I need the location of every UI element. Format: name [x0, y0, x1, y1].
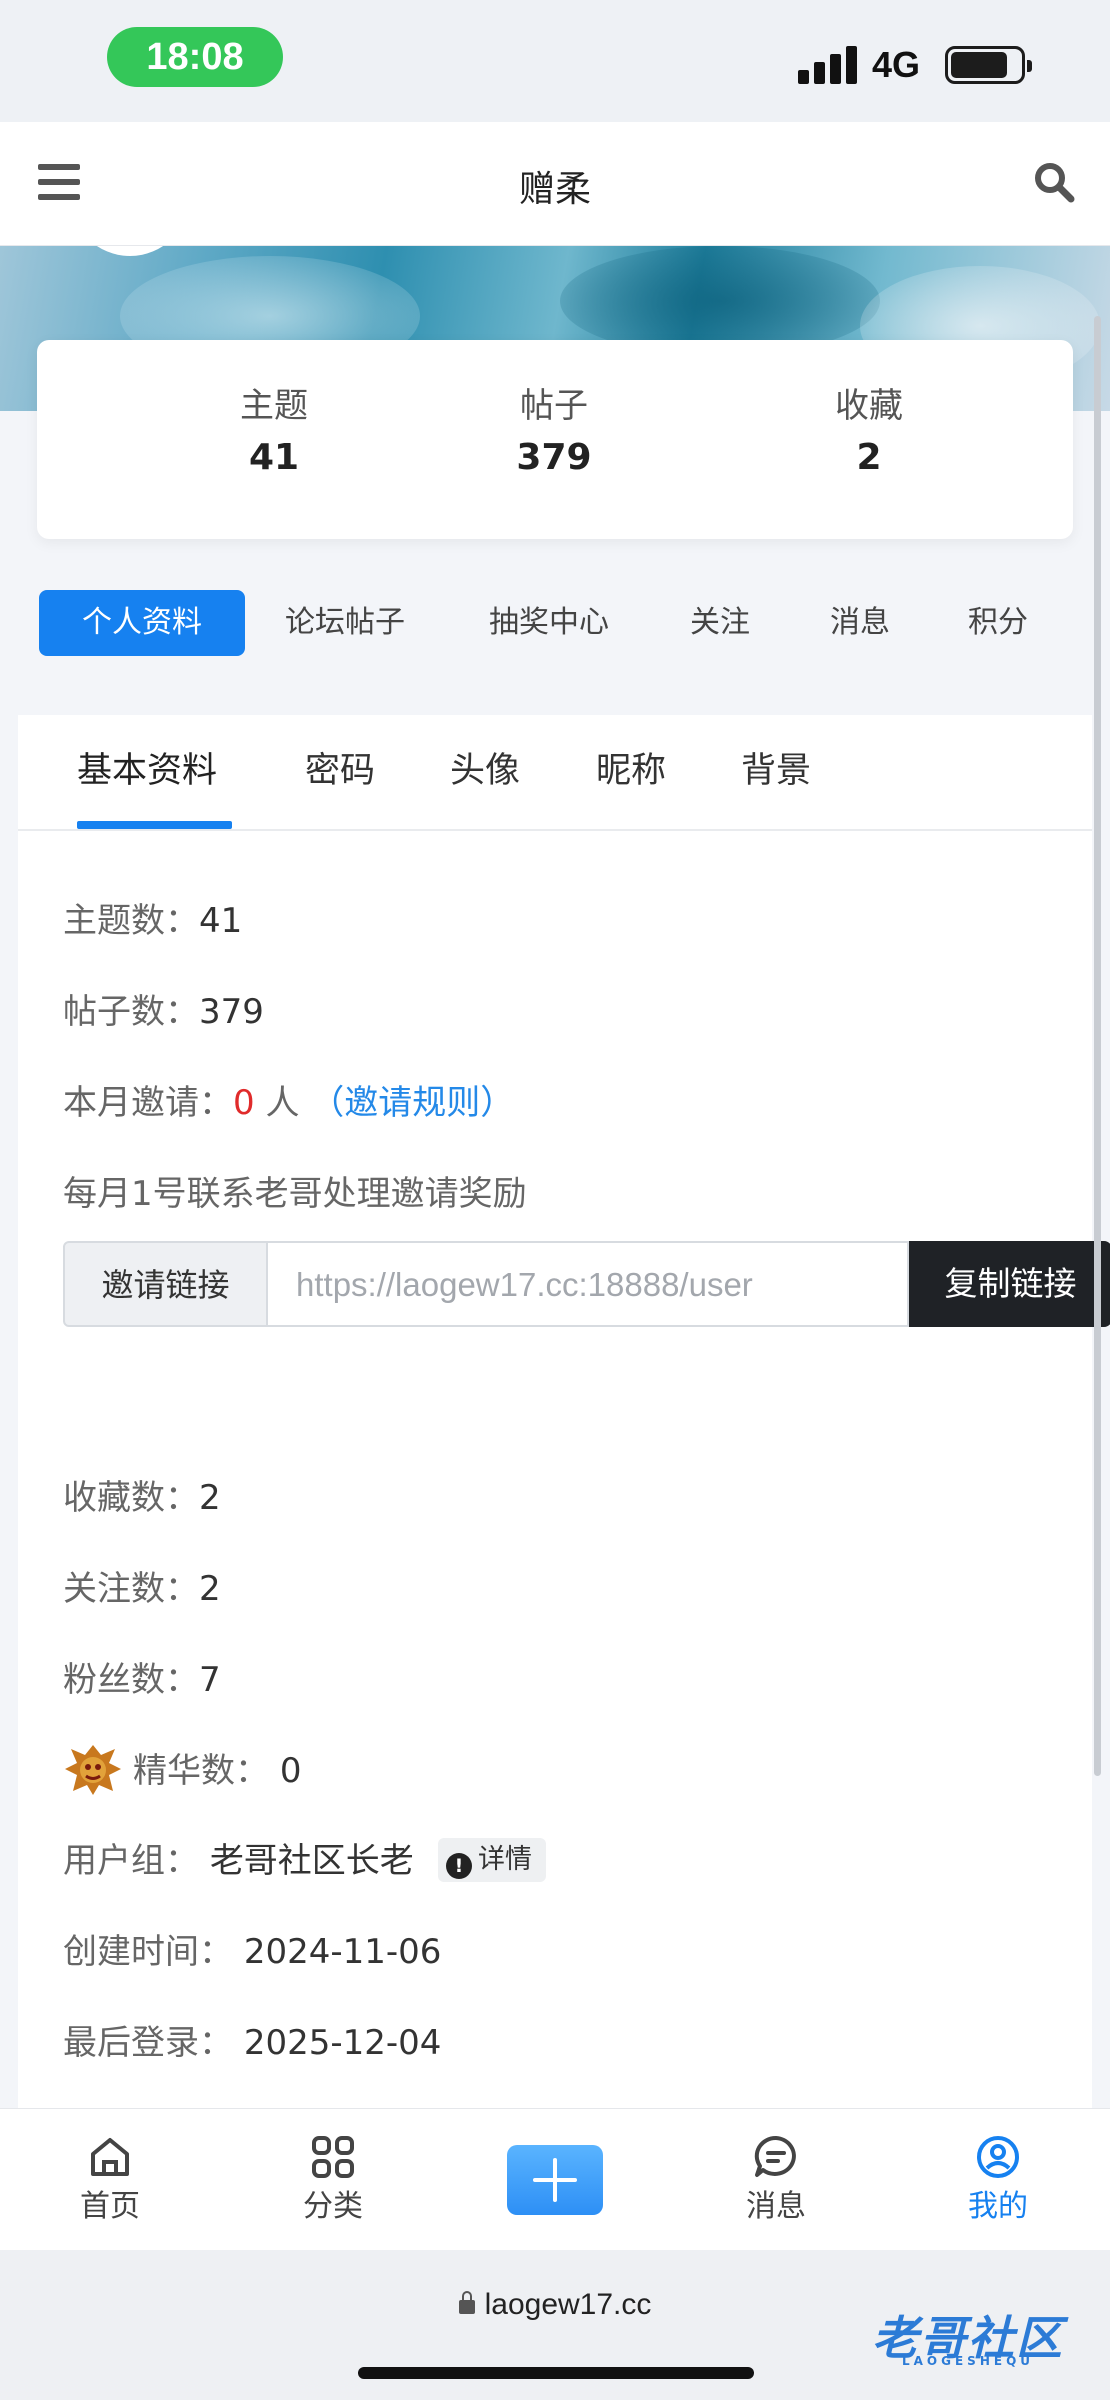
status-bar: 18:08 4G: [0, 0, 1110, 122]
site-watermark-logo: 老哥社区 LAOGESHEQU: [872, 2302, 1064, 2368]
info-created: 创建时间： 2024-11-06: [63, 1930, 441, 1974]
invite-unit: 人: [265, 1083, 300, 1123]
group-detail-button[interactable]: ! 详情: [438, 1838, 546, 1882]
tab-follow[interactable]: 关注: [680, 590, 760, 656]
stat-value: 41: [248, 437, 300, 478]
stats-card: 主题 41 帖子 379 收藏 2: [37, 340, 1073, 539]
signal-icon: [798, 44, 860, 84]
plus-icon[interactable]: [507, 2145, 603, 2215]
dragon-badge-icon: [63, 1741, 123, 1797]
search-icon[interactable]: [1032, 160, 1076, 204]
info-label: 最后登录：: [63, 2023, 233, 2063]
subtab-basic-info[interactable]: 基本资料: [77, 749, 217, 793]
subtab-background[interactable]: 背景: [741, 749, 811, 793]
grid-icon: [273, 2129, 393, 2185]
stat-topics[interactable]: 主题 41: [174, 386, 374, 478]
info-label: 主题数：: [63, 901, 199, 941]
info-essence: 精华数： 0: [133, 1749, 301, 1793]
tab-profile[interactable]: 个人资料: [39, 590, 245, 656]
info-value: 老哥社区长老: [209, 1841, 414, 1881]
bottom-nav-label: 我的: [968, 2189, 1028, 2224]
info-label: 本月邀请：: [63, 1083, 233, 1123]
stat-favorites[interactable]: 收藏 2: [769, 386, 969, 478]
info-last-login: 最后登录： 2025-12-04: [63, 2021, 441, 2065]
stat-label: 帖子: [520, 386, 588, 426]
chat-icon: [716, 2129, 836, 2185]
info-value: 0: [279, 1751, 302, 1791]
home-indicator[interactable]: [358, 2367, 754, 2379]
bottom-nav-messages[interactable]: 消息: [716, 2129, 836, 2227]
info-icon: !: [446, 1853, 472, 1879]
info-label: 关注数：: [63, 1569, 199, 1609]
active-tab-indicator: [77, 821, 232, 829]
info-label: 收藏数：: [63, 1478, 199, 1518]
stat-label: 主题: [240, 386, 308, 426]
url-text: laogew17.cc: [484, 2288, 652, 2321]
tab-points[interactable]: 积分: [958, 590, 1038, 656]
info-posts: 帖子数：379: [63, 990, 264, 1034]
network-type: 4G: [872, 44, 921, 85]
user-icon: [938, 2129, 1058, 2185]
bottom-nav-label: 首页: [80, 2189, 140, 2224]
bottom-nav-mine[interactable]: 我的: [938, 2129, 1058, 2227]
invite-link-field[interactable]: https://laogew17.cc:18888/user: [266, 1241, 909, 1327]
info-value: 379: [199, 992, 264, 1032]
info-label: 用户组：: [63, 1841, 199, 1881]
info-favorites: 收藏数：2: [63, 1476, 221, 1520]
invite-link-label: 邀请链接: [63, 1241, 268, 1327]
tab-forum-posts[interactable]: 论坛帖子: [272, 590, 418, 656]
sub-tabs: 基本资料 密码 头像 昵称 背景: [18, 715, 1092, 831]
copy-link-button[interactable]: 复制链接: [909, 1241, 1110, 1327]
detail-label: 详情: [478, 1844, 532, 1875]
info-following: 关注数：2: [63, 1567, 221, 1611]
subtab-password[interactable]: 密码: [305, 749, 375, 793]
home-icon: [50, 2129, 170, 2185]
subtab-nickname[interactable]: 昵称: [596, 749, 666, 793]
scrollbar[interactable]: [1094, 316, 1101, 1776]
invite-rules-link[interactable]: （邀请规则）: [310, 1083, 514, 1123]
info-invites: 本月邀请：0 人 （邀请规则）: [63, 1081, 514, 1125]
info-topics: 主题数：41: [63, 899, 242, 943]
lock-icon: [458, 2291, 475, 2314]
invite-link-group: 邀请链接 https://laogew17.cc:18888/user 复制链接: [63, 1241, 1110, 1327]
info-label: 精华数：: [133, 1751, 269, 1791]
info-value: 7: [199, 1660, 221, 1700]
info-label: 帖子数：: [63, 992, 199, 1032]
watermark-subtext: LAOGESHEQU: [902, 2354, 1035, 2368]
info-fans: 粉丝数：7: [63, 1658, 221, 1702]
info-label: 粉丝数：: [63, 1660, 199, 1700]
bottom-nav-home[interactable]: 首页: [50, 2129, 170, 2227]
bottom-nav-label: 分类: [303, 2189, 363, 2224]
invite-count: 0: [233, 1083, 255, 1123]
info-value: 2: [199, 1478, 221, 1518]
info-value: 2: [199, 1569, 221, 1609]
bottom-nav-label: 消息: [746, 2189, 806, 2224]
stat-value: 2: [856, 437, 882, 478]
info-value: 41: [199, 901, 243, 941]
stat-posts[interactable]: 帖子 379: [454, 386, 654, 478]
info-label: 创建时间：: [63, 1932, 233, 1972]
invite-note: 每月1号联系老哥处理邀请奖励: [63, 1174, 527, 1214]
tab-lottery[interactable]: 抽奖中心: [476, 590, 622, 656]
profile-tabs: 个人资料 论坛帖子 抽奖中心 关注 消息 积分: [0, 590, 1110, 662]
info-value: 2025-12-04: [243, 2023, 442, 2063]
subtab-avatar[interactable]: 头像: [450, 749, 520, 793]
info-user-group: 用户组： 老哥社区长老: [63, 1839, 414, 1883]
battery-icon: [945, 46, 1032, 84]
bottom-nav-categories[interactable]: 分类: [273, 2129, 393, 2227]
bottom-nav: 首页 分类 消息 我的: [0, 2108, 1110, 2250]
info-value: 2024-11-06: [243, 1932, 442, 1972]
stat-value: 379: [516, 437, 592, 478]
stat-label: 收藏: [835, 386, 903, 426]
page-title: 赠柔: [518, 169, 591, 210]
top-nav-bar: 赠柔: [0, 122, 1110, 246]
tab-messages[interactable]: 消息: [820, 590, 900, 656]
status-time: 18:08: [107, 27, 283, 87]
